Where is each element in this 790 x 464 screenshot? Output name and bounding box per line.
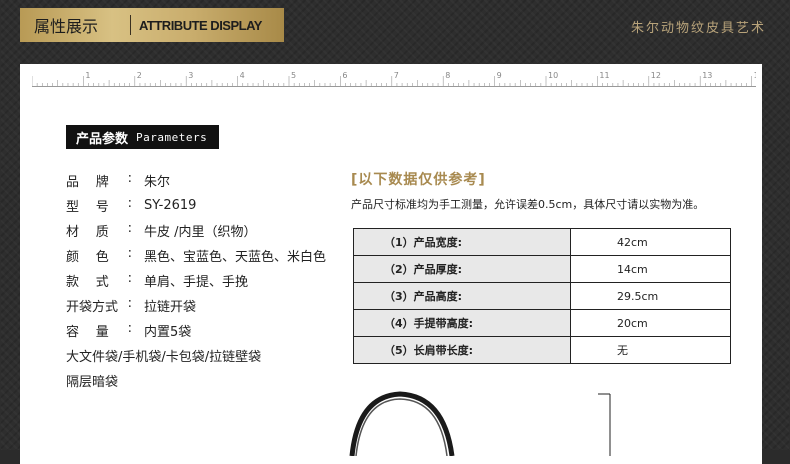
section-header-badge: 属性展示 ATTRIBUTE DISPLAY [20,8,284,42]
attribute-list: 品牌: 朱尔型号: SY-2619 材质: 牛皮 /内里（织物） 颜色: 黑色、宝蓝色、天蓝… [66,168,326,393]
dimension-label: （1）产品宽度: [353,228,571,256]
bag-illustration [340,386,640,460]
content-panel: 123456789101112131415 产品参数 Parameters 品牌… [20,64,762,464]
attribute-extra-line: 大文件袋/手机袋/卡包袋/拉链壁袋 [66,350,262,365]
attribute-extra-line: 隔层暗袋 [66,375,119,390]
dimension-label: （3）产品高度: [353,282,571,310]
attribute-row: 款式: 单肩、手提、手挽 [66,268,326,293]
ruler-label: 7 [394,71,399,80]
dimension-value: 14cm [570,255,731,283]
attribute-label: 开袋方式: [66,296,132,315]
dimension-row: （1）产品宽度: 42cm [353,228,731,256]
attribute-row: 容量: 内置5袋 [66,318,326,343]
attribute-row: 开袋方式: 拉链开袋 [66,293,326,318]
ruler-label: 2 [137,71,142,80]
ruler-label: 8 [445,71,450,80]
ruler-label: 14 [754,71,756,80]
ruler-label: 4 [240,71,245,80]
dimension-table: （1）产品宽度: 42cm （2）产品厚度: 14cm （3）产品高度: 29.5cm （4… [353,228,731,364]
ruler-label: 9 [497,71,502,80]
attribute-row: 颜色: 黑色、宝蓝色、天蓝色、米白色 [66,243,326,268]
ruler-label: 5 [291,71,296,80]
bag-handle-drawing [349,391,611,457]
params-title-cn: 产品参数 [76,131,129,147]
params-title: 产品参数 Parameters [66,125,220,149]
section-title-en: ATTRIBUTE DISPLAY [139,17,262,33]
ruler-label: 6 [342,71,347,80]
attribute-row: 品牌: 朱尔 [66,168,326,193]
attribute-row: 型号: SY-2619 [66,193,326,218]
dimension-row: （5）长肩带长度: 无 [353,336,731,364]
ruler: 123456789101112131415 [32,68,756,87]
attribute-label: 款式: [66,271,132,290]
dimension-value: 29.5cm [570,282,731,310]
ruler-ticks: 123456789101112131415 [32,71,756,86]
dimension-label: （4）手提带高度: [353,309,571,337]
ruler-label: 11 [599,71,609,80]
attribute-label: 品牌: [66,171,132,190]
attribute-label: 型号: [66,196,132,215]
params-title-en: Parameters [136,130,208,144]
attribute-value: 单肩、手提、手挽 [144,275,249,290]
header-divider [130,15,131,35]
ruler-label: 10 [548,71,558,80]
dimension-row: （2）产品厚度: 14cm [353,255,731,283]
reference-note: 产品尺寸标准均为手工测量，允许误差0.5cm，具体尺寸请以实物为准。 [351,198,705,211]
attribute-value: SY-2619 [144,198,197,213]
dimension-value: 无 [570,336,731,364]
attribute-value: 朱尔 [144,175,171,190]
brand-slogan: 朱尔动物纹皮具艺术 [630,21,766,36]
dimension-label: （5）长肩带长度: [353,336,571,364]
dimension-row: （3）产品高度: 29.5cm [353,282,731,310]
ruler-label: 3 [188,71,193,80]
dimension-row: （4）手提带高度: 20cm [353,309,731,337]
attribute-value: 牛皮 /内里（织物） [144,225,257,240]
reference-title: [以下数据仅供参考] [351,172,486,188]
attribute-value: 拉链开袋 [144,300,197,315]
attribute-label: 颜色: [66,246,132,265]
attribute-value: 内置5袋 [144,325,192,340]
dimension-value: 20cm [570,309,731,337]
attribute-row: 材质: 牛皮 /内里（织物） [66,218,326,243]
ruler-label: 12 [651,71,661,80]
dimension-label: （2）产品厚度: [353,255,571,283]
section-title-cn: 属性展示 [34,17,99,36]
ruler-label: 13 [702,71,712,80]
attribute-label: 容量: [66,321,132,340]
ruler-label: 1 [85,71,90,80]
dimension-value: 42cm [570,228,731,256]
attribute-label: 材质: [66,221,132,240]
attribute-value: 黑色、宝蓝色、天蓝色、米白色 [144,250,327,265]
